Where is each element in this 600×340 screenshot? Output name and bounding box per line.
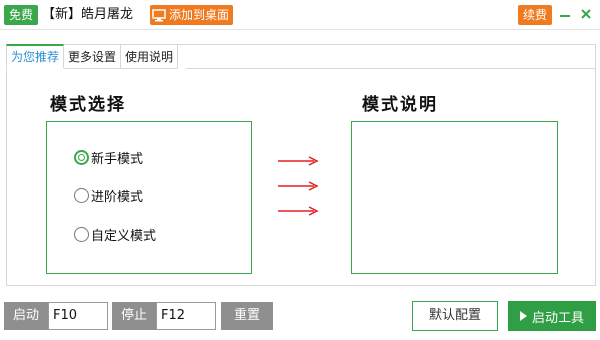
title-bar: 免费 【新】皓月屠龙 添加到桌面 续费	[0, 0, 600, 30]
stop-button[interactable]: 停止	[112, 302, 156, 330]
tab-instructions[interactable]: 使用说明	[121, 44, 179, 69]
mode-select-title: 模式选择	[50, 95, 126, 115]
desktop-icon	[152, 8, 166, 22]
start-hotkey-field[interactable]: F10	[48, 302, 108, 330]
stop-hotkey-field[interactable]: F12	[156, 302, 216, 330]
add-to-desktop-button[interactable]: 添加到桌面	[150, 5, 234, 25]
radio-checked-icon[interactable]	[74, 149, 89, 165]
minimize-icon[interactable]	[557, 6, 573, 22]
tab-divider	[186, 68, 596, 69]
play-icon	[519, 311, 527, 321]
radio-label-beginner: 新手模式	[91, 151, 144, 167]
start-tool-label: 启动工具	[531, 310, 584, 326]
add-to-desktop-label: 添加到桌面	[169, 8, 230, 22]
app-title: 【新】皓月屠龙	[42, 7, 134, 22]
radio-option-custom[interactable]: 自定义模式	[74, 225, 157, 244]
default-config-button[interactable]: 默认配置	[412, 301, 498, 331]
reset-button[interactable]: 重置	[221, 302, 273, 330]
renew-button[interactable]: 续费	[518, 5, 553, 25]
close-icon[interactable]	[578, 6, 594, 22]
tab-bar: 为您推荐 更多设置 使用说明	[6, 44, 179, 69]
mode-desc-box	[351, 121, 558, 274]
radio-option-beginner[interactable]: 新手模式	[74, 148, 144, 167]
start-button[interactable]: 启动	[4, 302, 48, 330]
tab-more-settings[interactable]: 更多设置	[64, 44, 122, 69]
radio-label-advanced: 进阶模式	[91, 189, 144, 205]
radio-unchecked-icon[interactable]	[74, 226, 89, 242]
radio-option-advanced[interactable]: 进阶模式	[74, 186, 144, 205]
arrow-right-icon	[278, 206, 319, 216]
free-badge: 免费	[4, 5, 39, 25]
arrow-right-icon	[278, 156, 319, 166]
arrow-right-icon	[278, 181, 319, 191]
start-tool-button[interactable]: 启动工具	[508, 301, 596, 331]
radio-label-custom: 自定义模式	[91, 228, 157, 244]
radio-unchecked-icon[interactable]	[74, 187, 89, 203]
mode-desc-title: 模式说明	[362, 95, 438, 115]
tab-recommend[interactable]: 为您推荐	[6, 44, 65, 69]
